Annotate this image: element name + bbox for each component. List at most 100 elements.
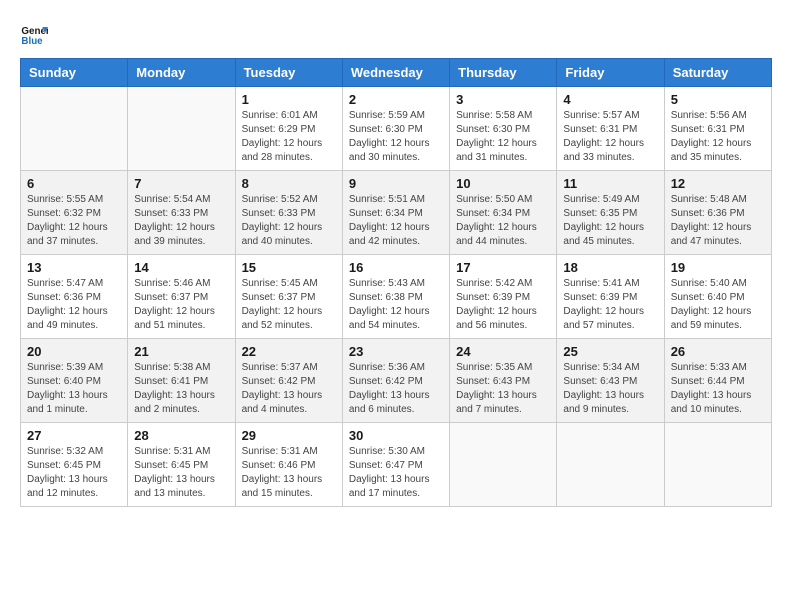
day-info: Sunrise: 5:42 AM Sunset: 6:39 PM Dayligh… [456,277,550,333]
calendar-cell: 2 Sunrise: 5:59 AM Sunset: 6:30 PM Daylig… [342,87,449,171]
calendar-cell: 8Sunrise: 5:52 AM Sunset: 6:33 PM Daylig… [235,171,342,255]
day-info: Sunrise: 5:31 AM Sunset: 6:45 PM Dayligh… [134,445,228,501]
day-info: Sunrise: 5:48 AM Sunset: 6:36 PM Dayligh… [671,193,765,249]
page-header: General Blue [20,20,772,48]
calendar-cell: 20Sunrise: 5:39 AM Sunset: 6:40 PM Dayli… [21,339,128,423]
calendar-week-5: 27 Sunrise: 5:32 AM Sunset: 6:45 PM Dayli… [21,423,772,507]
calendar-cell: 12 Sunrise: 5:48 AM Sunset: 6:36 PM Dayli… [664,171,771,255]
calendar-cell: 5 Sunrise: 5:56 AM Sunset: 6:31 PM Daylig… [664,87,771,171]
calendar-cell: 17 Sunrise: 5:42 AM Sunset: 6:39 PM Dayli… [450,255,557,339]
calendar-cell: 7 Sunrise: 5:54 AM Sunset: 6:33 PM Daylig… [128,171,235,255]
calendar-cell: 3Sunrise: 5:58 AM Sunset: 6:30 PM Daylig… [450,87,557,171]
day-number: 6 [27,176,121,191]
day-info: Sunrise: 5:47 AM Sunset: 6:36 PM Dayligh… [27,277,121,333]
day-number: 24 [456,344,550,359]
day-number: 22 [242,344,336,359]
day-number: 9 [349,176,443,191]
day-info: Sunrise: 5:45 AM Sunset: 6:37 PM Dayligh… [242,277,336,333]
calendar-cell: 25 Sunrise: 5:34 AM Sunset: 6:43 PM Dayli… [557,339,664,423]
calendar-cell [664,423,771,507]
day-number: 2 [349,92,443,107]
day-info: Sunrise: 5:54 AM Sunset: 6:33 PM Dayligh… [134,193,228,249]
day-info: Sunrise: 5:34 AM Sunset: 6:43 PM Dayligh… [563,361,657,417]
day-number: 26 [671,344,765,359]
logo: General Blue [20,20,52,48]
day-info: Sunrise: 5:41 AM Sunset: 6:39 PM Dayligh… [563,277,657,333]
svg-text:Blue: Blue [21,36,43,47]
col-header-tuesday: Tuesday [235,59,342,87]
day-number: 7 [134,176,228,191]
day-number: 18 [563,260,657,275]
calendar-week-3: 13 Sunrise: 5:47 AM Sunset: 6:36 PM Dayli… [21,255,772,339]
day-number: 27 [27,428,121,443]
calendar-cell: 23 Sunrise: 5:36 AM Sunset: 6:42 PM Dayli… [342,339,449,423]
day-number: 16 [349,260,443,275]
calendar-cell: 10 Sunrise: 5:50 AM Sunset: 6:34 PM Dayli… [450,171,557,255]
calendar-cell [21,87,128,171]
day-number: 23 [349,344,443,359]
calendar-cell: 9 Sunrise: 5:51 AM Sunset: 6:34 PM Daylig… [342,171,449,255]
calendar-cell: 21 Sunrise: 5:38 AM Sunset: 6:41 PM Dayli… [128,339,235,423]
calendar-cell: 14Sunrise: 5:46 AM Sunset: 6:37 PM Dayli… [128,255,235,339]
day-number: 28 [134,428,228,443]
col-header-sunday: Sunday [21,59,128,87]
day-info: Sunrise: 5:58 AM Sunset: 6:30 PM Dayligh… [456,109,550,165]
calendar-cell: 30Sunrise: 5:30 AM Sunset: 6:47 PM Dayli… [342,423,449,507]
day-info: Sunrise: 5:56 AM Sunset: 6:31 PM Dayligh… [671,109,765,165]
day-number: 8 [242,176,336,191]
day-number: 12 [671,176,765,191]
calendar-week-1: 1 Sunrise: 6:01 AM Sunset: 6:29 PM Daylig… [21,87,772,171]
calendar-table: SundayMondayTuesdayWednesdayThursdayFrid… [20,58,772,507]
day-info: Sunrise: 5:57 AM Sunset: 6:31 PM Dayligh… [563,109,657,165]
calendar-week-2: 6 Sunrise: 5:55 AM Sunset: 6:32 PM Daylig… [21,171,772,255]
day-number: 5 [671,92,765,107]
calendar-cell: 27 Sunrise: 5:32 AM Sunset: 6:45 PM Dayli… [21,423,128,507]
day-info: Sunrise: 5:46 AM Sunset: 6:37 PM Dayligh… [134,277,228,333]
day-number: 25 [563,344,657,359]
calendar-cell: 6 Sunrise: 5:55 AM Sunset: 6:32 PM Daylig… [21,171,128,255]
calendar-cell: 1 Sunrise: 6:01 AM Sunset: 6:29 PM Daylig… [235,87,342,171]
col-header-friday: Friday [557,59,664,87]
calendar-header-row: SundayMondayTuesdayWednesdayThursdayFrid… [21,59,772,87]
calendar-cell [557,423,664,507]
day-info: Sunrise: 5:38 AM Sunset: 6:41 PM Dayligh… [134,361,228,417]
logo-icon: General Blue [20,20,48,48]
day-number: 19 [671,260,765,275]
calendar-cell: 28 Sunrise: 5:31 AM Sunset: 6:45 PM Dayli… [128,423,235,507]
calendar-cell: 15 Sunrise: 5:45 AM Sunset: 6:37 PM Dayli… [235,255,342,339]
day-info: Sunrise: 5:37 AM Sunset: 6:42 PM Dayligh… [242,361,336,417]
day-number: 17 [456,260,550,275]
day-number: 4 [563,92,657,107]
day-number: 29 [242,428,336,443]
calendar-cell: 18 Sunrise: 5:41 AM Sunset: 6:39 PM Dayli… [557,255,664,339]
day-info: Sunrise: 5:40 AM Sunset: 6:40 PM Dayligh… [671,277,765,333]
day-info: Sunrise: 5:49 AM Sunset: 6:35 PM Dayligh… [563,193,657,249]
calendar-cell: 4 Sunrise: 5:57 AM Sunset: 6:31 PM Daylig… [557,87,664,171]
calendar-cell: 22 Sunrise: 5:37 AM Sunset: 6:42 PM Dayli… [235,339,342,423]
day-info: Sunrise: 5:32 AM Sunset: 6:45 PM Dayligh… [27,445,121,501]
day-number: 10 [456,176,550,191]
day-number: 1 [242,92,336,107]
calendar-cell: 16Sunrise: 5:43 AM Sunset: 6:38 PM Dayli… [342,255,449,339]
day-info: Sunrise: 5:51 AM Sunset: 6:34 PM Dayligh… [349,193,443,249]
day-number: 15 [242,260,336,275]
day-number: 13 [27,260,121,275]
col-header-saturday: Saturday [664,59,771,87]
day-info: Sunrise: 5:33 AM Sunset: 6:44 PM Dayligh… [671,361,765,417]
day-info: Sunrise: 5:36 AM Sunset: 6:42 PM Dayligh… [349,361,443,417]
calendar-cell: 24 Sunrise: 5:35 AM Sunset: 6:43 PM Dayli… [450,339,557,423]
day-info: Sunrise: 5:50 AM Sunset: 6:34 PM Dayligh… [456,193,550,249]
col-header-wednesday: Wednesday [342,59,449,87]
day-info: Sunrise: 5:31 AM Sunset: 6:46 PM Dayligh… [242,445,336,501]
day-info: Sunrise: 5:55 AM Sunset: 6:32 PM Dayligh… [27,193,121,249]
day-number: 21 [134,344,228,359]
calendar-cell [450,423,557,507]
day-info: Sunrise: 5:35 AM Sunset: 6:43 PM Dayligh… [456,361,550,417]
day-number: 11 [563,176,657,191]
day-info: Sunrise: 5:59 AM Sunset: 6:30 PM Dayligh… [349,109,443,165]
col-header-thursday: Thursday [450,59,557,87]
calendar-cell: 11 Sunrise: 5:49 AM Sunset: 6:35 PM Dayli… [557,171,664,255]
col-header-monday: Monday [128,59,235,87]
day-info: Sunrise: 6:01 AM Sunset: 6:29 PM Dayligh… [242,109,336,165]
day-info: Sunrise: 5:39 AM Sunset: 6:40 PM Dayligh… [27,361,121,417]
